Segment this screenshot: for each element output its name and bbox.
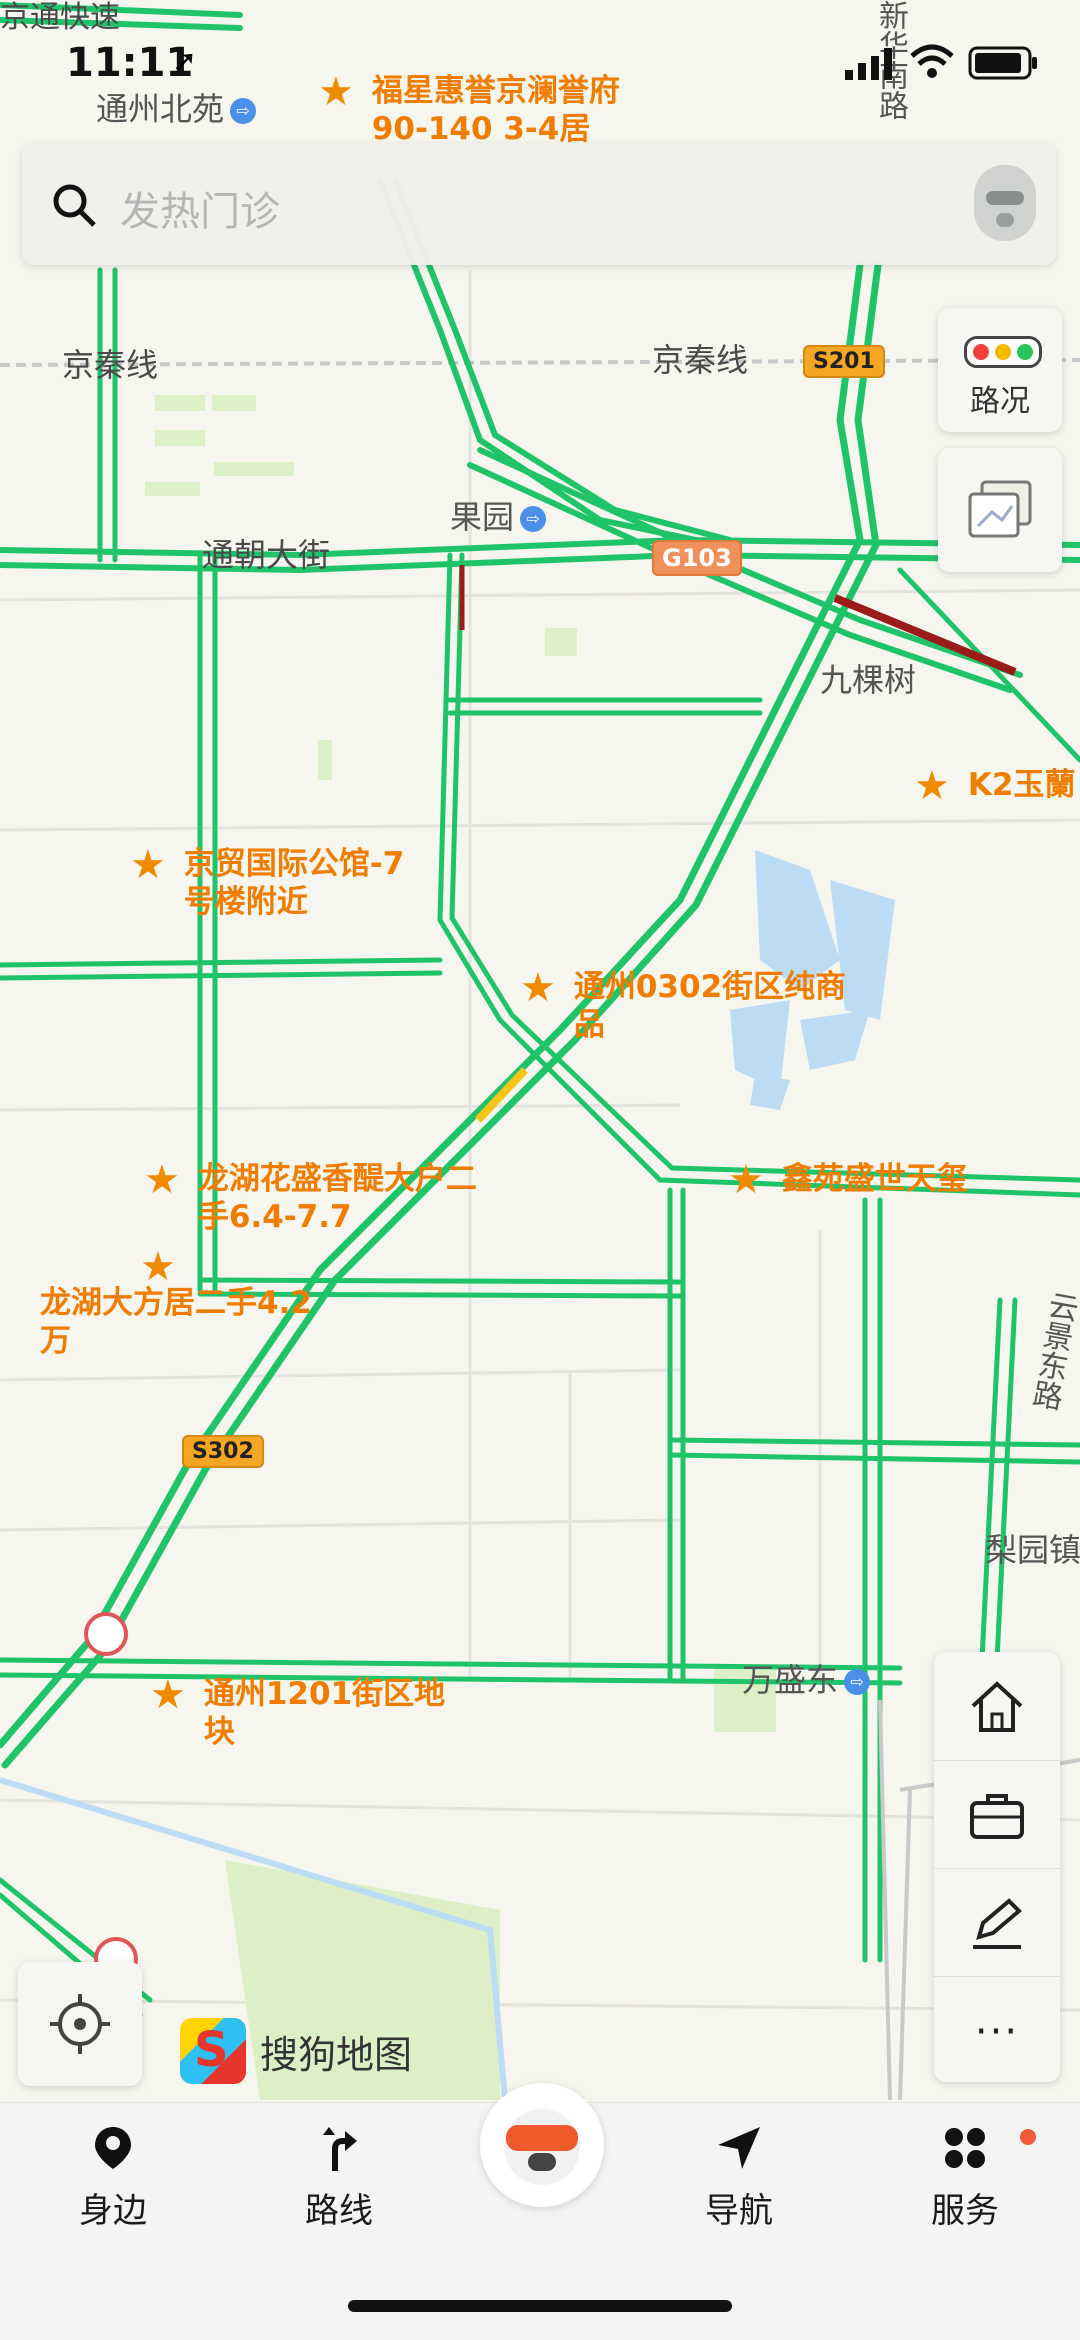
search-bar[interactable]: 发热门诊	[22, 143, 1056, 265]
star-icon: ★	[140, 1244, 176, 1290]
station-label-guoyuan[interactable]: 果园 ⇨	[450, 492, 547, 538]
more-button[interactable]: ···	[934, 1976, 1060, 2087]
wifi-icon	[910, 44, 954, 78]
work-button[interactable]	[934, 1760, 1060, 1871]
brand-name: 搜狗地图	[260, 2032, 413, 2077]
tab-mascot[interactable]	[480, 2083, 604, 2207]
traffic-label: 路况	[970, 384, 1030, 419]
poi-label: 龙湖大方居二手4.2万	[40, 1285, 312, 1359]
road-shield-s201: S201	[803, 345, 885, 378]
poi-label: 鑫苑盛世天玺	[781, 1161, 968, 1197]
layers-icon	[968, 480, 1032, 538]
notification-dot	[1020, 2129, 1036, 2145]
road-label-tongchao: 通朝大街	[202, 536, 331, 574]
poi-label: 通州1201街区地块	[203, 1676, 446, 1750]
road-shield-g103: G103	[652, 540, 742, 576]
poi-k2[interactable]: ★ K2玉蘭	[914, 766, 1075, 806]
brand-logo: S 搜狗地图	[180, 2018, 412, 2084]
tab-navigate[interactable]: 导航	[674, 2123, 804, 2232]
home-icon	[971, 1681, 1023, 1732]
road-shield-s302: S302	[182, 1435, 264, 1468]
tab-label: 身边	[79, 2191, 147, 2231]
station-label-jiukeshu[interactable]: 九棵树	[820, 655, 916, 701]
metro-icon: ⇨	[520, 506, 547, 532]
poi-label: 京贸国际公馆-7号楼附近	[183, 846, 405, 920]
poi-longhu-huasheng[interactable]: ★ 龙湖花盛香醍大户二手6.4-7.7	[144, 1160, 498, 1236]
poi-1201[interactable]: ★ 通州1201街区地块	[150, 1675, 474, 1751]
rail-label-jingqin-left: 京秦线	[62, 346, 159, 384]
edit-icon	[973, 1898, 1022, 1949]
station-label-wanshengdong[interactable]: 万盛东 ⇨	[742, 1655, 871, 1701]
poi-longhu-dafang[interactable]: ★ 龙湖大方居二手4.2万	[40, 1244, 320, 1360]
star-icon: ★	[130, 842, 166, 888]
star-icon: ★	[914, 763, 950, 809]
location-arrow-icon: ➚	[172, 44, 198, 79]
traffic-button[interactable]: 路况	[938, 308, 1062, 432]
star-icon: ★	[150, 1672, 186, 1718]
tab-label: 导航	[705, 2191, 773, 2231]
station-name: 万盛东	[742, 1661, 839, 1699]
voice-mascot-icon[interactable]	[974, 165, 1036, 241]
status-bar: 11:11 ➚	[0, 30, 1080, 100]
tab-route[interactable]: 路线	[274, 2123, 404, 2232]
home-indicator	[348, 2300, 732, 2312]
report-button[interactable]	[934, 1868, 1060, 1979]
sogou-map-logo-icon: S	[180, 2018, 246, 2084]
locate-icon	[50, 1994, 110, 2054]
metro-icon: ⇨	[844, 1669, 871, 1695]
route-icon	[323, 2127, 357, 2171]
search-icon	[53, 184, 96, 227]
poi-label: 龙湖花盛香醍大户二手6.4-7.7	[197, 1161, 477, 1235]
poi-jingmao[interactable]: ★ 京贸国际公馆-7号楼附近	[130, 845, 434, 921]
navigate-icon	[718, 2127, 760, 2169]
star-icon: ★	[728, 1157, 764, 1203]
star-icon: ★	[144, 1157, 180, 1203]
signal-icon	[845, 48, 892, 80]
more-icon: ···	[974, 2009, 1020, 2055]
poi-label: 通州0302街区纯商品	[573, 969, 847, 1043]
side-toolbar: ···	[934, 1652, 1060, 2082]
traffic-light-icon	[964, 336, 1042, 368]
station-label-liyuan: 梨园镇	[985, 1531, 1080, 1569]
poi-0302[interactable]: ★ 通州0302街区纯商品	[520, 968, 874, 1044]
rail-label-jingqin-right: 京秦线	[652, 341, 749, 379]
battery-icon	[968, 46, 1037, 80]
station-name: 果园	[450, 498, 515, 536]
star-icon: ★	[520, 965, 556, 1011]
layers-button[interactable]	[938, 448, 1062, 572]
tab-nearby[interactable]: 身边	[48, 2123, 178, 2232]
locate-button[interactable]	[18, 1962, 142, 2086]
marker-icon[interactable]	[84, 1612, 128, 1656]
poi-label: K2玉蘭	[967, 767, 1076, 803]
pin-icon	[95, 2127, 131, 2169]
mascot-icon	[504, 2109, 580, 2185]
metro-icon: ⇨	[230, 98, 257, 124]
tab-label: 服务	[931, 2191, 999, 2231]
tab-label: 路线	[305, 2191, 373, 2231]
services-icon	[945, 2128, 985, 2168]
tab-services[interactable]: 服务	[900, 2123, 1036, 2232]
home-button[interactable]	[934, 1652, 1060, 1762]
search-placeholder: 发热门诊	[120, 189, 280, 235]
briefcase-icon	[970, 1794, 1024, 1839]
poi-xinyuan[interactable]: ★ 鑫苑盛世天玺	[728, 1160, 968, 1200]
